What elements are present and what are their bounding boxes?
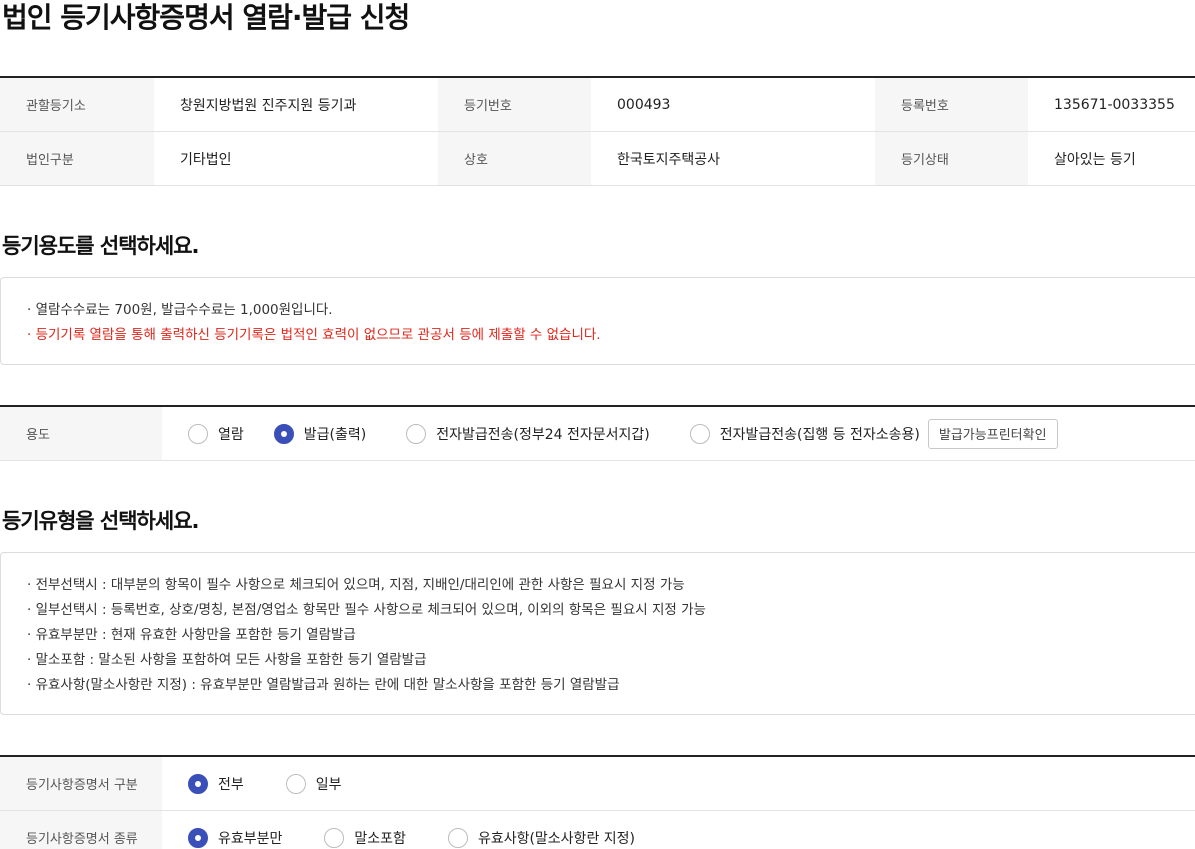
radio-circle-icon [406,423,427,444]
printer-check-button[interactable]: 발급가능프린터확인 [927,418,1058,449]
purpose-notice-box: · 열람수수료는 700원, 발급수수료는 1,000원입니다. · 등기기록 … [0,277,1195,365]
radio-valid-with-cancelled[interactable]: 유효사항(말소사항란 지정) [447,827,635,848]
purpose-row: 용도 열람 발급(출력) 전자발급전송(정부24 전자문서지갑) 전자발급전송(… [0,407,1195,461]
registry-status-label: 등기상태 [875,132,1028,185]
radio-e-issue-gov24-label: 전자발급전송(정부24 전자문서지갑) [436,426,650,443]
radio-e-issue-litigation[interactable]: 전자발급전송(집행 등 전자소송용) [689,423,920,444]
radio-circle-icon [447,827,468,848]
notice-valid-only: · 유효부분만 : 현재 유효한 사항만을 포함한 등기 열람발급 [27,627,356,643]
purpose-form-table: 용도 열람 발급(출력) 전자발급전송(정부24 전자문서지갑) 전자발급전송(… [0,405,1195,461]
registry-number-label: 등기번호 [438,78,591,131]
purpose-label: 용도 [0,407,162,460]
radio-valid-with-cancelled-label: 유효사항(말소사항란 지정) [477,830,635,847]
radio-e-issue-litigation-label: 전자발급전송(집행 등 전자소송용) [719,426,920,443]
radio-valid-only-label: 유효부분만 [218,830,283,847]
radio-checked-icon [188,827,208,848]
legal-effect-warning: · 등기기록 열람을 통해 출력하신 등기기록은 법적인 효력이 없으므로 관공… [27,327,601,343]
radio-include-cancelled-label: 말소포함 [354,830,406,847]
radio-circle-icon [689,423,710,444]
notice-valid-with-cancelled: · 유효사항(말소사항란 지정) : 유효부분만 열람발급과 원하는 란에 대한… [27,677,620,693]
radio-checked-icon [273,423,294,444]
radio-circle-icon [188,423,208,444]
notice-full-select: · 전부선택시 : 대부분의 항목이 필수 사항으로 체크되어 있으며, 지점,… [27,577,685,593]
radio-circle-icon [324,827,345,848]
radio-issue-print-label: 발급(출력) [303,426,367,443]
registration-number-label: 등록번호 [875,78,1028,131]
radio-view-label: 열람 [218,426,244,443]
radio-full-label: 전부 [218,776,244,793]
type-form-table: 등기사항증명서 구분 전부 일부 등기사항증명서 종류 유효부분만 말소포함 유… [0,755,1195,849]
notice-include-cancelled: · 말소포함 : 말소된 사항을 포함하여 모든 사항을 포함한 등기 열람발급 [27,652,427,668]
company-name-label: 상호 [438,132,591,185]
registration-number-value: 135671-0033355 [1054,96,1175,113]
radio-circle-icon [285,773,306,794]
scope-options: 전부 일부 [162,757,342,810]
scope-label: 등기사항증명서 구분 [0,757,162,810]
page-title: 법인 등기사항증명서 열람·발급 신청 [2,1,410,34]
radio-partial[interactable]: 일부 [285,773,342,794]
corporation-type-label: 법인구분 [0,132,154,185]
radio-checked-icon [188,773,208,794]
radio-partial-label: 일부 [315,776,342,793]
info-row: 관할등기소 창원지방법원 진주지원 등기과 등기번호 000493 등록번호 1… [0,78,1195,132]
purpose-section-title: 등기용도를 선택하세요. [2,234,199,258]
registry-status-value: 살아있는 등기 [1054,151,1136,168]
kind-label: 등기사항증명서 종류 [0,811,162,849]
type-notice-box: · 전부선택시 : 대부분의 항목이 필수 사항으로 체크되어 있으며, 지점,… [0,552,1195,715]
kind-options: 유효부분만 말소포함 유효사항(말소사항란 지정) [162,811,635,849]
fee-notice: · 열람수수료는 700원, 발급수수료는 1,000원입니다. [27,302,333,318]
radio-include-cancelled[interactable]: 말소포함 [324,827,406,848]
info-row: 법인구분 기타법인 상호 한국토지주택공사 등기상태 살아있는 등기 [0,132,1195,186]
corporation-type-value: 기타법인 [180,151,232,168]
radio-e-issue-gov24[interactable]: 전자발급전송(정부24 전자문서지갑) [406,423,650,444]
registry-number-value: 000493 [617,96,671,113]
radio-issue-print[interactable]: 발급(출력) [273,423,367,444]
registry-info-table: 관할등기소 창원지방법원 진주지원 등기과 등기번호 000493 등록번호 1… [0,76,1195,186]
radio-valid-only[interactable]: 유효부분만 [188,827,283,848]
jurisdiction-office-value: 창원지방법원 진주지원 등기과 [180,97,357,114]
notice-partial-select: · 일부선택시 : 등록번호, 상호/명칭, 본점/영업소 항목만 필수 사항으… [27,602,706,618]
radio-view[interactable]: 열람 [188,423,244,444]
jurisdiction-office-label: 관할등기소 [0,78,154,131]
radio-full[interactable]: 전부 [188,773,244,794]
type-section-title: 등기유형을 선택하세요. [2,509,199,533]
purpose-options: 열람 발급(출력) 전자발급전송(정부24 전자문서지갑) 전자발급전송(집행 … [162,407,1058,460]
scope-row: 등기사항증명서 구분 전부 일부 [0,757,1195,811]
kind-row: 등기사항증명서 종류 유효부분만 말소포함 유효사항(말소사항란 지정) [0,811,1195,849]
company-name-value: 한국토지주택공사 [617,151,721,168]
